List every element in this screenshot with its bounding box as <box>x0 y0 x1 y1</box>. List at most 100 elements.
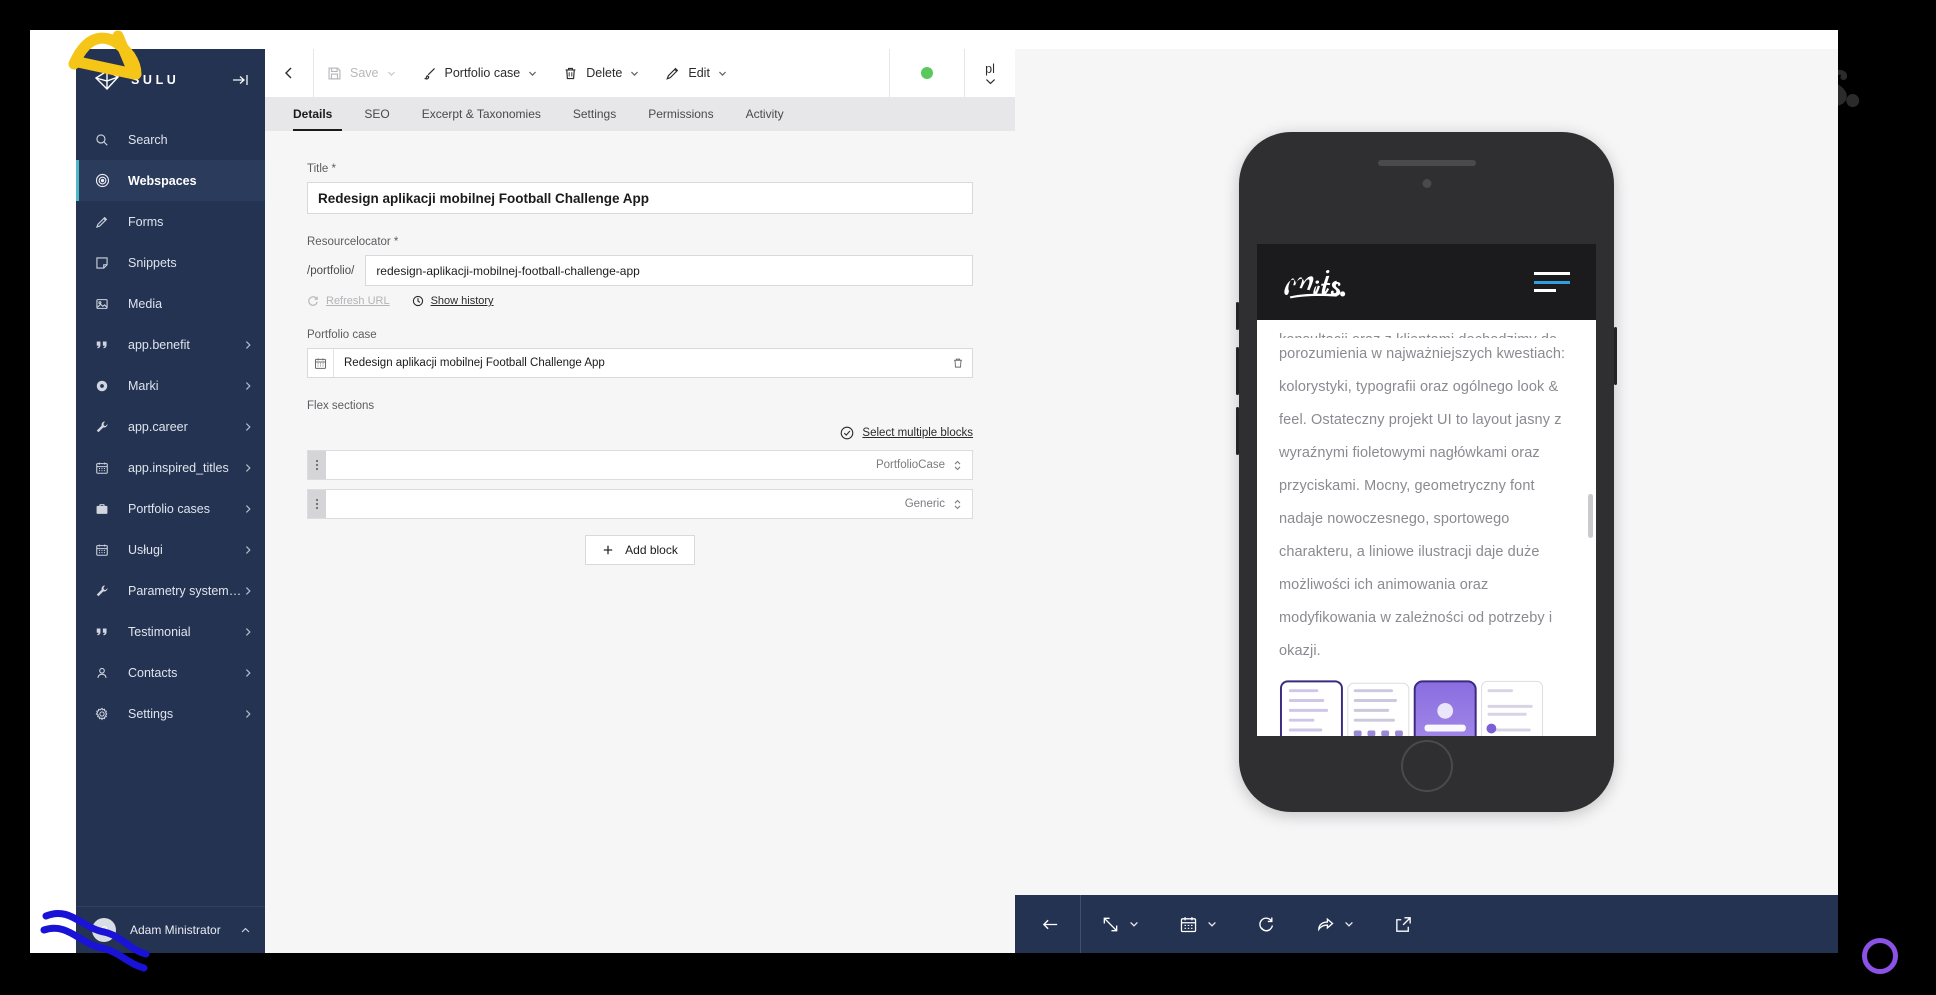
tab-label: Settings <box>573 107 616 121</box>
chevron-down-icon[interactable] <box>1344 919 1354 929</box>
portfolio-case-selection[interactable]: Redesign aplikacji mobilnej Football Cha… <box>307 348 973 378</box>
calendar-icon <box>94 460 110 476</box>
briefcase-icon <box>94 501 110 517</box>
chevron-up-icon[interactable] <box>240 925 251 936</box>
sidebar-item-label: Media <box>128 297 162 311</box>
tab-label: SEO <box>364 107 389 121</box>
image-icon <box>94 296 110 312</box>
save-button[interactable]: Save <box>314 49 409 97</box>
refresh-url-button[interactable]: Refresh URL <box>307 295 390 307</box>
tab-settings[interactable]: Settings <box>557 97 632 131</box>
add-block-label: Add block <box>625 543 678 557</box>
sidebar-item-portfolio-cases[interactable]: Portfolio cases <box>76 488 265 529</box>
collapse-panel-icon[interactable] <box>232 72 249 88</box>
tab-details[interactable]: Details <box>287 97 348 131</box>
tab-label: Details <box>293 107 332 121</box>
brush-icon <box>422 66 437 81</box>
show-history-button[interactable]: Show history <box>412 295 494 307</box>
chevron-right-icon <box>243 504 253 514</box>
sidebar-item-label: app.inspired_titles <box>128 461 229 475</box>
tab-seo[interactable]: SEO <box>348 97 405 131</box>
drag-handle-icon[interactable] <box>308 490 326 518</box>
preview-scrollbar[interactable] <box>1588 494 1593 538</box>
sidebar-header: SULU <box>76 49 265 111</box>
sidebar-user[interactable]: Adam Ministrator <box>76 906 265 953</box>
chevron-down-icon[interactable] <box>387 69 396 78</box>
sidebar-item-app-career[interactable]: app.career <box>76 406 265 447</box>
preview-panel: konsultacji oraz z klientami dochodzimy … <box>1015 49 1838 953</box>
sidebar-item-app-inspired-titles[interactable]: app.inspired_titles <box>76 447 265 488</box>
content-tabs: Details SEO Excerpt & Taxonomies Setting… <box>265 97 1015 131</box>
tab-activity[interactable]: Activity <box>730 97 800 131</box>
edit-button[interactable]: Edit <box>652 49 740 97</box>
sidebar-item-snippets[interactable]: Snippets <box>76 242 265 283</box>
sidebar-item-label: Settings <box>128 707 173 721</box>
chevron-right-icon <box>243 545 253 555</box>
publish-status[interactable] <box>890 67 964 79</box>
sort-updown-icon[interactable] <box>953 499 962 510</box>
sidebar-item-marki[interactable]: Marki <box>76 365 265 406</box>
quote-icon <box>94 337 110 353</box>
chevron-right-icon <box>243 340 253 350</box>
add-block-button[interactable]: Add block <box>585 535 695 565</box>
tab-excerpt-taxonomies[interactable]: Excerpt & Taxonomies <box>406 97 557 131</box>
chevron-down-icon[interactable] <box>630 69 639 78</box>
chevron-down-icon[interactable] <box>1129 919 1139 929</box>
portfolio-case-button[interactable]: Portfolio case <box>409 49 551 97</box>
language-selector[interactable]: pl <box>965 49 1015 97</box>
sidebar-item-label: Parametry systemowe <box>128 584 243 598</box>
hamburger-menu-icon[interactable] <box>1534 272 1570 292</box>
preview-resize-button[interactable] <box>1081 895 1159 953</box>
sidebar-item-uslugi[interactable]: Usługi <box>76 529 265 570</box>
add-block-wrapper: Add block <box>307 535 973 565</box>
sort-updown-icon[interactable] <box>953 460 962 471</box>
sidebar-item-forms[interactable]: Forms <box>76 201 265 242</box>
portfolio-screenshots <box>1279 680 1574 736</box>
language-label: pl <box>985 62 995 76</box>
share-icon <box>1316 915 1335 934</box>
trash-icon <box>563 66 578 81</box>
preview-share-button[interactable] <box>1296 895 1374 953</box>
chevron-down-icon[interactable] <box>718 69 727 78</box>
save-icon <box>327 66 342 81</box>
sidebar-item-media[interactable]: Media <box>76 283 265 324</box>
title-field-group: Title * Redesign aplikacji mobilnej Foot… <box>307 163 973 214</box>
sidebar-item-search[interactable]: Search <box>76 119 265 160</box>
select-multiple-blocks-button[interactable]: Select multiple blocks <box>840 426 973 440</box>
title-label: Title * <box>307 163 973 175</box>
sidebar-item-webspaces[interactable]: Webspaces <box>76 160 265 201</box>
preview-viewport[interactable]: konsultacji oraz z klientami dochodzimy … <box>1257 244 1596 736</box>
preview-date-button[interactable] <box>1159 895 1237 953</box>
site-paragraph-clipped: konsultacji oraz z klientami dochodzimy … <box>1279 324 1574 338</box>
sidebar-item-parametry-systemowe[interactable]: Parametry systemowe <box>76 570 265 611</box>
drag-handle-icon[interactable] <box>308 451 326 479</box>
sulu-logo-icon <box>94 68 120 92</box>
delete-button[interactable]: Delete <box>550 49 652 97</box>
gear-icon <box>94 706 110 722</box>
circle-dot-icon <box>94 378 110 394</box>
flex-sections-label: Flex sections <box>307 400 973 412</box>
tab-permissions[interactable]: Permissions <box>632 97 729 131</box>
preview-back-button[interactable] <box>1021 895 1080 953</box>
mits-logo <box>1283 265 1365 299</box>
chevron-right-icon <box>243 668 253 678</box>
sidebar-item-settings[interactable]: Settings <box>76 693 265 734</box>
sidebar-item-label: app.benefit <box>128 338 190 352</box>
back-button[interactable] <box>265 49 313 97</box>
sidebar-item-app-benefit[interactable]: app.benefit <box>76 324 265 365</box>
main-content: Save Portfolio case <box>265 49 1015 953</box>
preview-open-external-button[interactable] <box>1374 895 1433 953</box>
sidebar-item-contacts[interactable]: Contacts <box>76 652 265 693</box>
phone-mockup: konsultacji oraz z klientami dochodzimy … <box>1239 132 1614 812</box>
chevron-down-icon[interactable] <box>1207 919 1217 929</box>
title-input[interactable]: Redesign aplikacji mobilnej Football Cha… <box>307 182 973 214</box>
tab-label: Permissions <box>648 107 713 121</box>
preview-refresh-button[interactable] <box>1237 895 1296 953</box>
remove-portfolio-case-button[interactable] <box>944 357 972 369</box>
flex-block[interactable]: Generic <box>307 489 973 519</box>
flex-block[interactable]: PortfolioCase <box>307 450 973 480</box>
sidebar-item-testimonial[interactable]: Testimonial <box>76 611 265 652</box>
resourcelocator-input[interactable]: redesign-aplikacji-mobilnej-football-cha… <box>365 255 973 286</box>
chevron-down-icon[interactable] <box>528 69 537 78</box>
edit-label: Edit <box>688 66 710 80</box>
